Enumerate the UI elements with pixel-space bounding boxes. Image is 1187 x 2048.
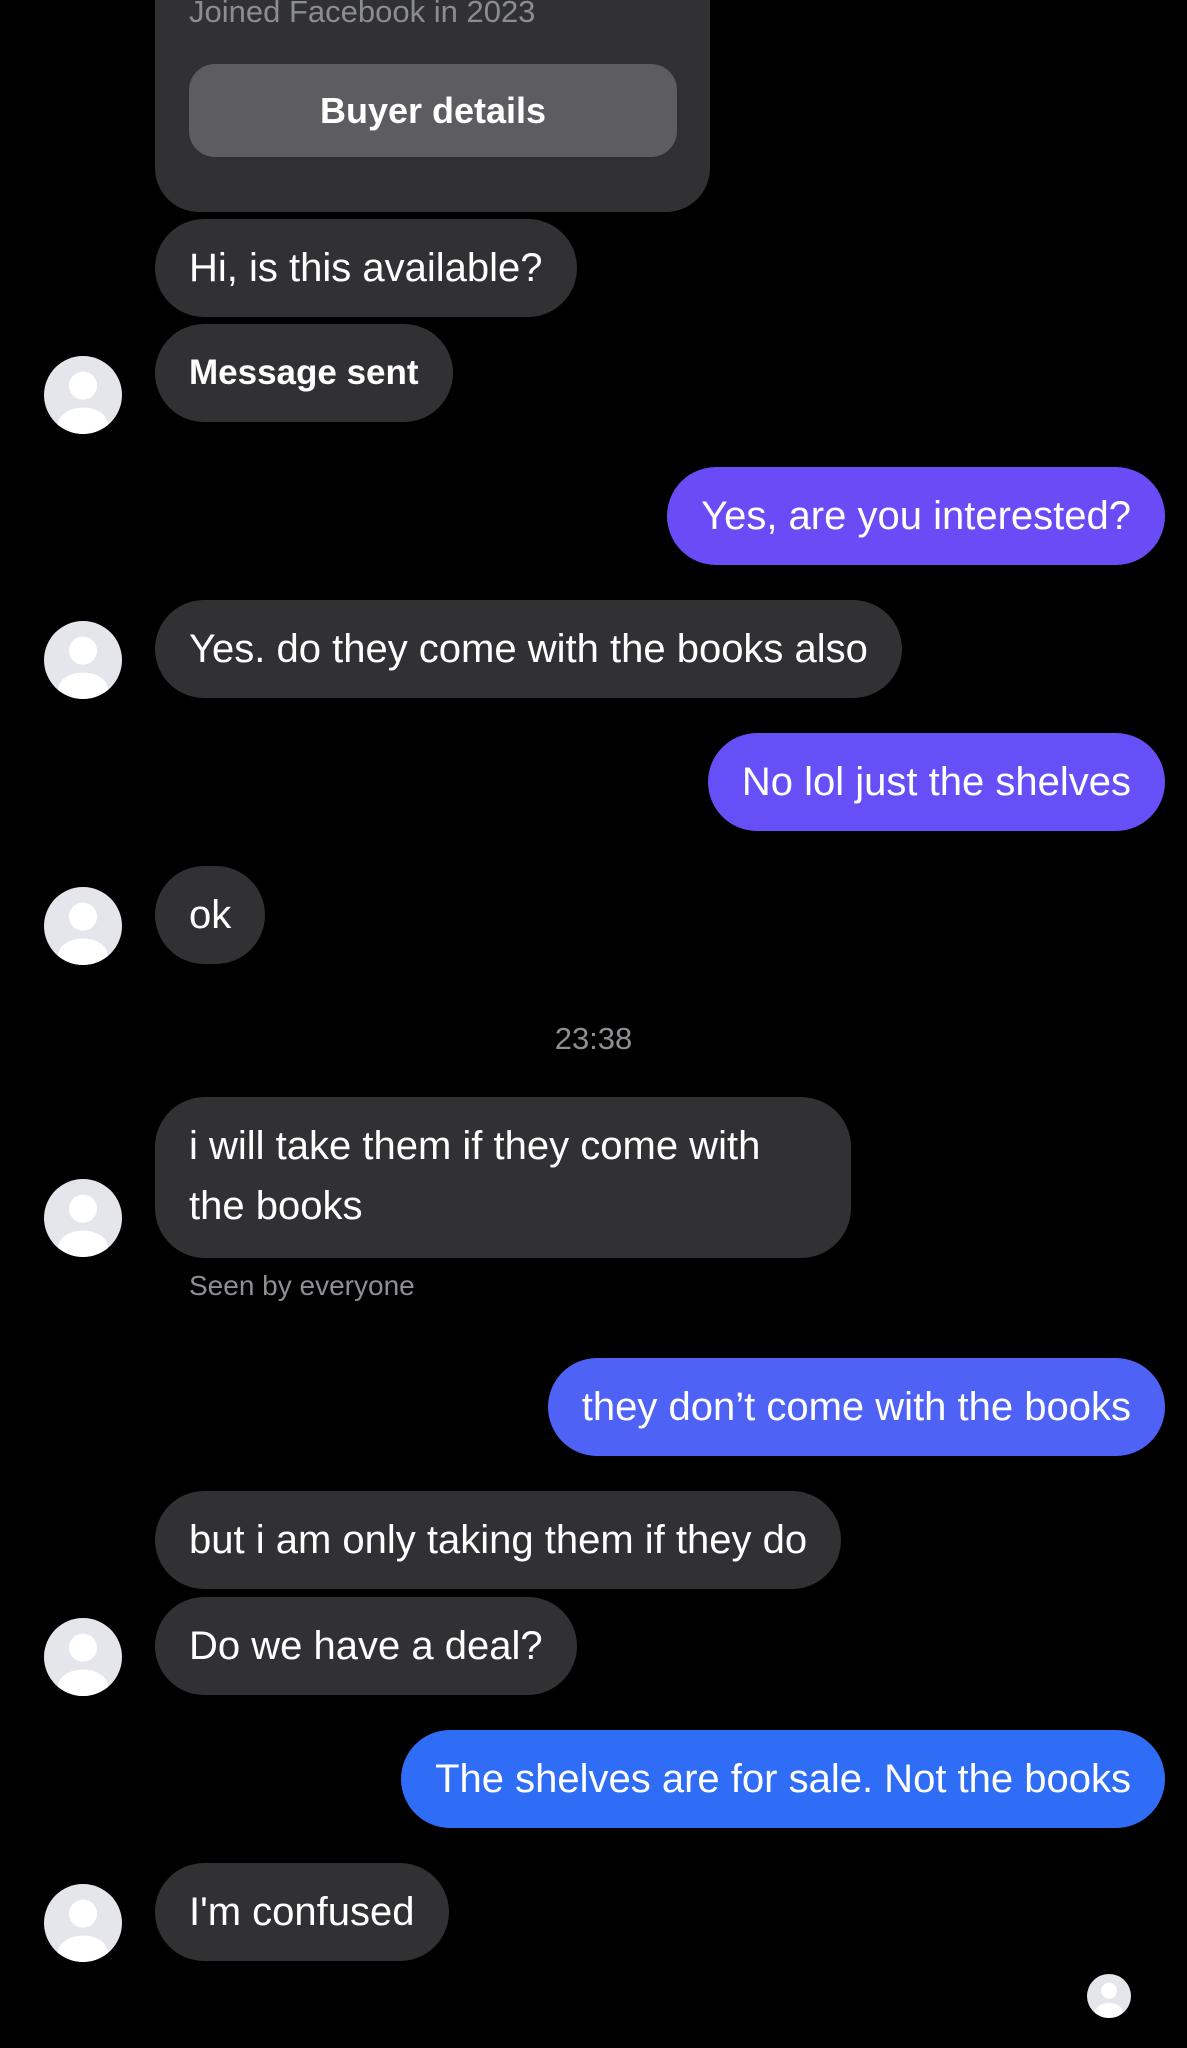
sender-avatar-icon[interactable] [44, 1618, 122, 1696]
buyer-details-button[interactable]: Buyer details [189, 64, 677, 157]
message-bubble-outgoing[interactable]: The shelves are for sale. Not the books [401, 1730, 1165, 1828]
sender-avatar-icon[interactable] [44, 887, 122, 965]
message-bubble-incoming[interactable]: Message sent [155, 324, 453, 422]
seen-status: Seen by everyone [189, 1270, 415, 1301]
message-bubble-incoming[interactable]: I'm confused [155, 1863, 449, 1961]
message-timestamp: 23:38 [554, 1021, 633, 1056]
sender-avatar-icon[interactable] [44, 621, 122, 699]
sender-avatar-icon[interactable] [44, 1179, 122, 1257]
message-bubble-incoming[interactable]: ok [155, 866, 266, 964]
message-bubble-incoming[interactable]: i will take them if they come with the b… [155, 1097, 851, 1258]
message-bubble-incoming[interactable]: Hi, is this available? [155, 219, 577, 317]
message-bubble-incoming[interactable]: but i am only taking them if they do [155, 1491, 842, 1589]
sender-avatar-icon[interactable] [44, 1884, 122, 1962]
read-receipt-avatar-icon [1087, 1974, 1131, 2018]
joined-facebook-text: Joined Facebook in 2023 [189, 0, 536, 29]
message-bubble-incoming[interactable]: Yes. do they come with the books also [155, 600, 902, 698]
message-bubble-outgoing[interactable]: Yes, are you interested? [667, 467, 1165, 565]
message-bubble-incoming[interactable]: Do we have a deal? [155, 1597, 577, 1695]
message-bubble-outgoing[interactable]: No lol just the shelves [707, 733, 1165, 831]
sender-avatar-icon[interactable] [44, 356, 122, 434]
message-bubble-outgoing[interactable]: they don’t come with the books [547, 1358, 1165, 1456]
